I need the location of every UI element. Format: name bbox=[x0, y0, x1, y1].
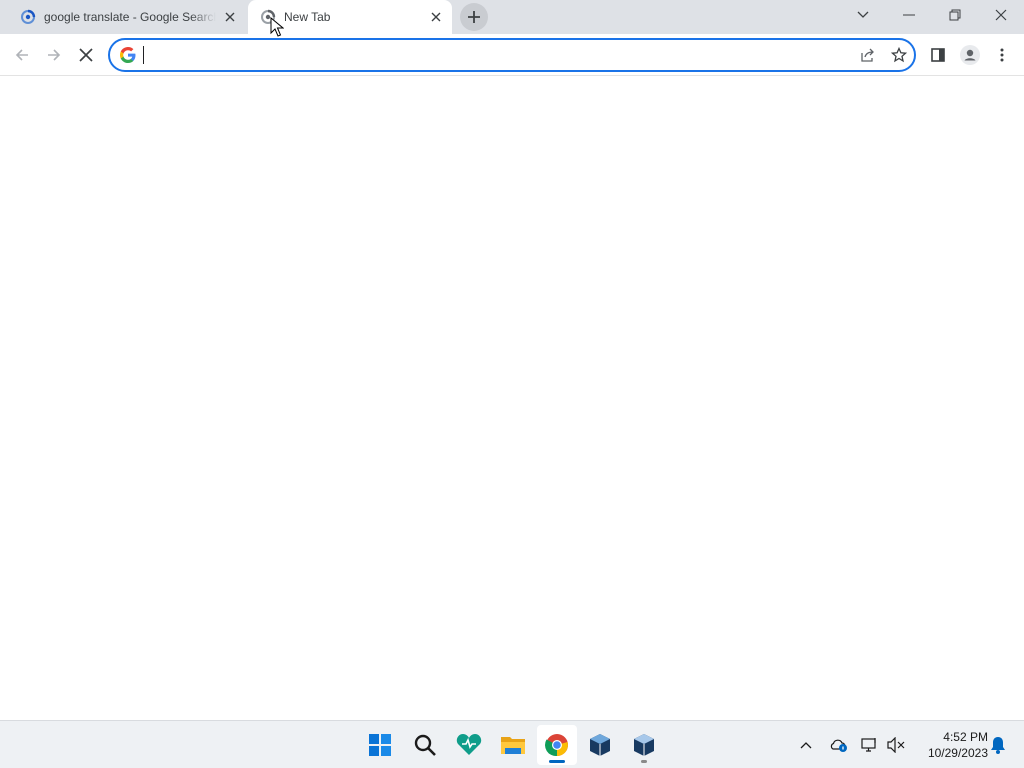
taskbar-app-health[interactable] bbox=[449, 725, 489, 765]
star-icon bbox=[891, 47, 907, 63]
windows-start-icon bbox=[369, 734, 391, 756]
close-icon bbox=[79, 48, 93, 62]
google-g-icon bbox=[120, 47, 136, 63]
tray-onedrive[interactable] bbox=[826, 733, 850, 757]
tab-title: New Tab bbox=[284, 10, 331, 24]
tab-strip: google translate - Google Search New Tab bbox=[0, 0, 1024, 34]
chrome-icon bbox=[545, 734, 568, 757]
running-app-indicator bbox=[641, 760, 647, 763]
address-input[interactable] bbox=[142, 45, 822, 65]
new-tab-button[interactable] bbox=[460, 3, 488, 31]
share-icon bbox=[861, 48, 874, 62]
back-button[interactable] bbox=[6, 39, 38, 71]
profile-button[interactable] bbox=[954, 39, 986, 71]
arrow-left-icon bbox=[15, 49, 28, 61]
address-bar[interactable] bbox=[108, 38, 916, 72]
close-window-button[interactable] bbox=[978, 0, 1024, 30]
notifications-button[interactable] bbox=[986, 733, 1010, 757]
chevron-up-icon bbox=[800, 742, 812, 749]
bookmark-button[interactable] bbox=[886, 42, 912, 68]
tab-search-button[interactable] bbox=[840, 0, 886, 30]
page-content bbox=[0, 77, 1024, 720]
menu-button[interactable] bbox=[986, 39, 1018, 71]
plus-icon bbox=[468, 11, 480, 23]
text-caret bbox=[143, 46, 144, 64]
system-clock[interactable]: 4:52 PM 10/29/2023 bbox=[912, 729, 988, 761]
file-explorer-icon bbox=[501, 737, 525, 754]
taskbar-chrome[interactable] bbox=[537, 725, 577, 765]
forward-button[interactable] bbox=[38, 39, 70, 71]
cloud-info-icon bbox=[830, 739, 847, 752]
speaker-muted-icon bbox=[887, 737, 905, 753]
clock-date: 10/29/2023 bbox=[927, 746, 988, 760]
minimize-button[interactable] bbox=[886, 0, 932, 30]
taskbar-virtualbox[interactable] bbox=[580, 725, 620, 765]
tab-title: google translate - Google Search bbox=[44, 10, 216, 24]
close-icon bbox=[995, 9, 1007, 21]
virtualbox-vm-icon bbox=[634, 734, 654, 756]
side-panel-button[interactable] bbox=[922, 39, 954, 71]
network-monitor-icon bbox=[861, 738, 876, 752]
stop-loading-button[interactable] bbox=[70, 39, 102, 71]
close-tab-icon[interactable] bbox=[222, 9, 238, 25]
taskbar-search-button[interactable] bbox=[405, 725, 445, 765]
virtualbox-icon bbox=[590, 734, 610, 756]
close-tab-icon[interactable] bbox=[428, 9, 444, 25]
side-panel-icon bbox=[931, 48, 945, 62]
show-hidden-icons-button[interactable] bbox=[794, 733, 818, 757]
tray-volume[interactable] bbox=[884, 733, 908, 757]
tray-network[interactable] bbox=[858, 733, 882, 757]
clock-time: 4:52 PM bbox=[943, 730, 988, 744]
kebab-menu-icon bbox=[1000, 48, 1004, 62]
avatar-icon bbox=[960, 45, 980, 65]
tab-google-translate[interactable]: google translate - Google Search bbox=[8, 0, 246, 34]
arrow-right-icon bbox=[48, 49, 61, 61]
bell-icon bbox=[991, 737, 1005, 754]
minimize-icon bbox=[903, 14, 915, 16]
browser-toolbar bbox=[0, 34, 1024, 76]
search-icon bbox=[414, 734, 436, 756]
mouse-cursor-icon bbox=[270, 17, 284, 37]
taskbar-file-explorer[interactable] bbox=[493, 725, 533, 765]
taskbar-virtualbox-vm[interactable] bbox=[624, 725, 664, 765]
share-button[interactable] bbox=[855, 42, 881, 68]
restore-icon bbox=[949, 9, 961, 21]
loading-spinner-icon bbox=[20, 9, 36, 25]
active-app-indicator bbox=[549, 760, 565, 763]
start-button[interactable] bbox=[360, 725, 400, 765]
chevron-down-icon bbox=[857, 11, 869, 18]
taskbar: 4:52 PM 10/29/2023 bbox=[0, 720, 1024, 768]
app-heart-icon bbox=[456, 734, 482, 755]
restore-button[interactable] bbox=[932, 0, 978, 30]
